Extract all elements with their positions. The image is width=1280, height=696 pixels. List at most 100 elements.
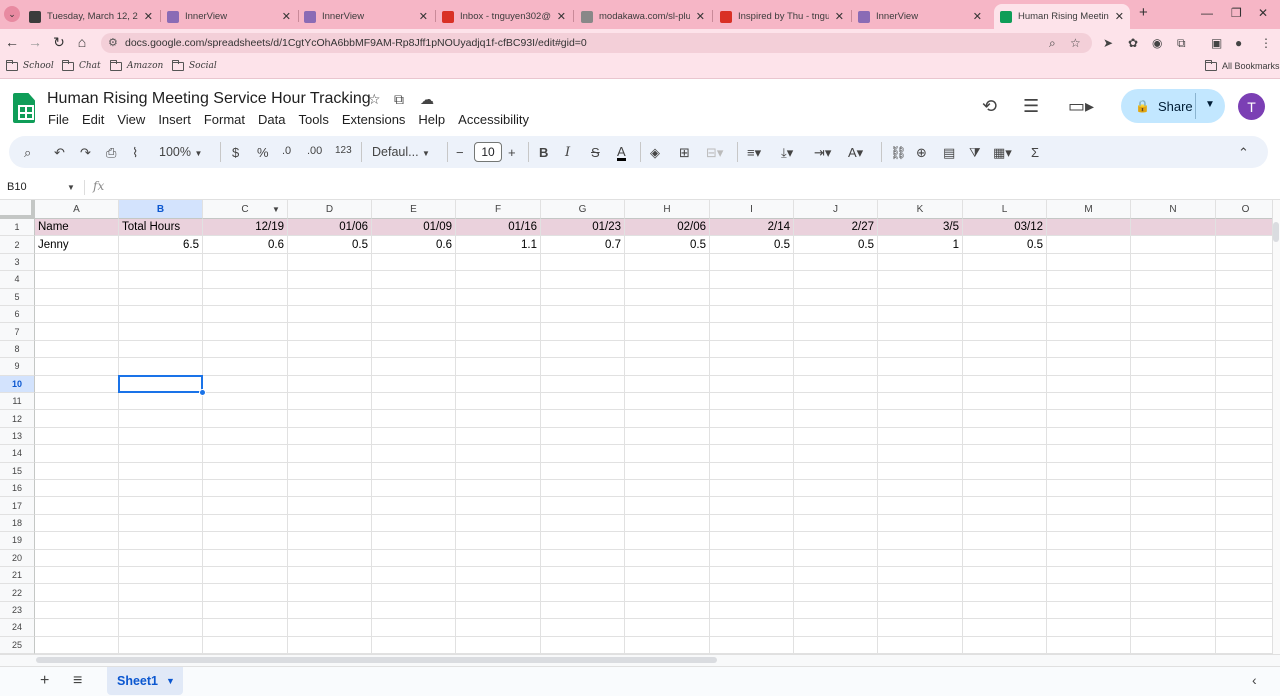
cell[interactable] — [710, 567, 794, 585]
cell[interactable] — [119, 480, 203, 498]
cell[interactable] — [794, 427, 878, 446]
zoom-select[interactable]: 100% ▼ — [159, 145, 202, 159]
cell[interactable] — [288, 601, 372, 620]
cell[interactable]: 1.1 — [456, 236, 541, 254]
cell[interactable] — [1216, 254, 1272, 272]
cell[interactable] — [963, 323, 1047, 341]
cell[interactable] — [541, 514, 625, 533]
cell[interactable] — [963, 306, 1047, 324]
cell[interactable]: 0.5 — [710, 236, 794, 254]
cell[interactable] — [35, 306, 119, 324]
cell[interactable]: Name — [35, 219, 119, 237]
cell[interactable] — [794, 636, 878, 654]
cell[interactable] — [1216, 393, 1272, 411]
cell[interactable] — [456, 462, 541, 480]
cell[interactable] — [456, 358, 541, 376]
row-header[interactable]: 22 — [0, 584, 35, 602]
row-header[interactable]: 9 — [0, 358, 35, 376]
cell[interactable] — [541, 636, 625, 654]
cell[interactable] — [878, 288, 963, 306]
close-tab-icon[interactable]: ✕ — [419, 10, 428, 23]
cell[interactable] — [878, 462, 963, 480]
cell[interactable] — [625, 549, 710, 567]
row-header[interactable]: 21 — [0, 567, 35, 585]
cell[interactable] — [288, 497, 372, 515]
select-all-corner[interactable] — [0, 200, 35, 219]
new-tab-icon[interactable]: + — [1139, 4, 1148, 21]
percent-format-button[interactable]: % — [257, 145, 269, 160]
cell[interactable] — [963, 619, 1047, 637]
cell[interactable] — [541, 549, 625, 567]
cell[interactable] — [35, 480, 119, 498]
cell[interactable] — [1047, 340, 1131, 359]
cell[interactable] — [1131, 445, 1216, 463]
cell[interactable] — [794, 306, 878, 324]
close-tab-icon[interactable]: ✕ — [144, 10, 153, 23]
cell[interactable] — [541, 480, 625, 498]
browser-tab[interactable]: Human Rising Meeting Se ✕ — [994, 4, 1130, 29]
cell[interactable]: 01/09 — [372, 219, 456, 237]
cell[interactable] — [878, 445, 963, 463]
column-header[interactable]: G — [541, 200, 625, 219]
cell[interactable] — [456, 567, 541, 585]
browser-tab[interactable]: Inbox - tnguyen302@bos ✕ — [436, 4, 572, 29]
menu-format[interactable]: Format — [204, 112, 245, 127]
cell[interactable] — [794, 497, 878, 515]
cell[interactable] — [1131, 219, 1216, 237]
cell[interactable] — [35, 549, 119, 567]
horizontal-scroll-thumb[interactable] — [36, 657, 717, 663]
cell[interactable] — [119, 340, 203, 359]
cell[interactable] — [35, 619, 119, 637]
cell[interactable] — [35, 375, 119, 393]
cell[interactable] — [1047, 253, 1131, 272]
cell[interactable] — [119, 375, 203, 393]
cell[interactable] — [288, 253, 372, 272]
cell[interactable] — [710, 584, 794, 602]
cell[interactable] — [288, 271, 372, 289]
cell[interactable] — [878, 427, 963, 446]
cell[interactable] — [288, 480, 372, 498]
cell[interactable] — [963, 271, 1047, 289]
redo-icon[interactable]: ↷ — [80, 145, 91, 161]
cell[interactable] — [203, 636, 288, 654]
cell[interactable] — [963, 584, 1047, 602]
cell[interactable] — [203, 462, 288, 480]
cell[interactable] — [288, 288, 372, 306]
cell[interactable] — [625, 462, 710, 480]
cell[interactable] — [119, 619, 203, 637]
vertical-scroll-thumb[interactable] — [1273, 222, 1279, 242]
cell[interactable] — [794, 584, 878, 602]
cell[interactable] — [1216, 567, 1272, 585]
cell[interactable] — [456, 480, 541, 498]
close-tab-icon[interactable]: ✕ — [557, 10, 566, 23]
cell[interactable] — [625, 410, 710, 428]
cell[interactable] — [119, 410, 203, 428]
cell[interactable] — [878, 514, 963, 533]
bold-icon[interactable]: B — [539, 145, 548, 160]
cell[interactable] — [1131, 497, 1216, 515]
cell[interactable] — [372, 480, 456, 498]
cell[interactable] — [119, 636, 203, 654]
cell[interactable] — [541, 288, 625, 306]
cell[interactable] — [119, 497, 203, 515]
cell[interactable] — [288, 462, 372, 480]
cell[interactable] — [35, 323, 119, 341]
zoom-icon[interactable]: ⌕ — [1049, 36, 1056, 51]
cell[interactable]: 3/5 — [878, 219, 963, 237]
print-icon[interactable]: ⎙ — [106, 145, 116, 161]
bookmark-school[interactable]: School — [6, 59, 54, 71]
cell[interactable] — [119, 567, 203, 585]
cell[interactable] — [541, 601, 625, 620]
cell[interactable] — [1131, 323, 1216, 341]
cell[interactable] — [35, 445, 119, 463]
cell[interactable] — [1131, 271, 1216, 289]
add-sheet-icon[interactable]: + — [40, 672, 49, 690]
font-select[interactable]: Defaul... ▼ — [372, 145, 430, 159]
cell[interactable] — [1047, 236, 1131, 254]
cell[interactable] — [1047, 323, 1131, 341]
cell[interactable] — [541, 393, 625, 411]
row-header[interactable]: 11 — [0, 393, 35, 411]
cell[interactable] — [878, 271, 963, 289]
cell[interactable] — [710, 462, 794, 480]
cell[interactable] — [203, 480, 288, 498]
